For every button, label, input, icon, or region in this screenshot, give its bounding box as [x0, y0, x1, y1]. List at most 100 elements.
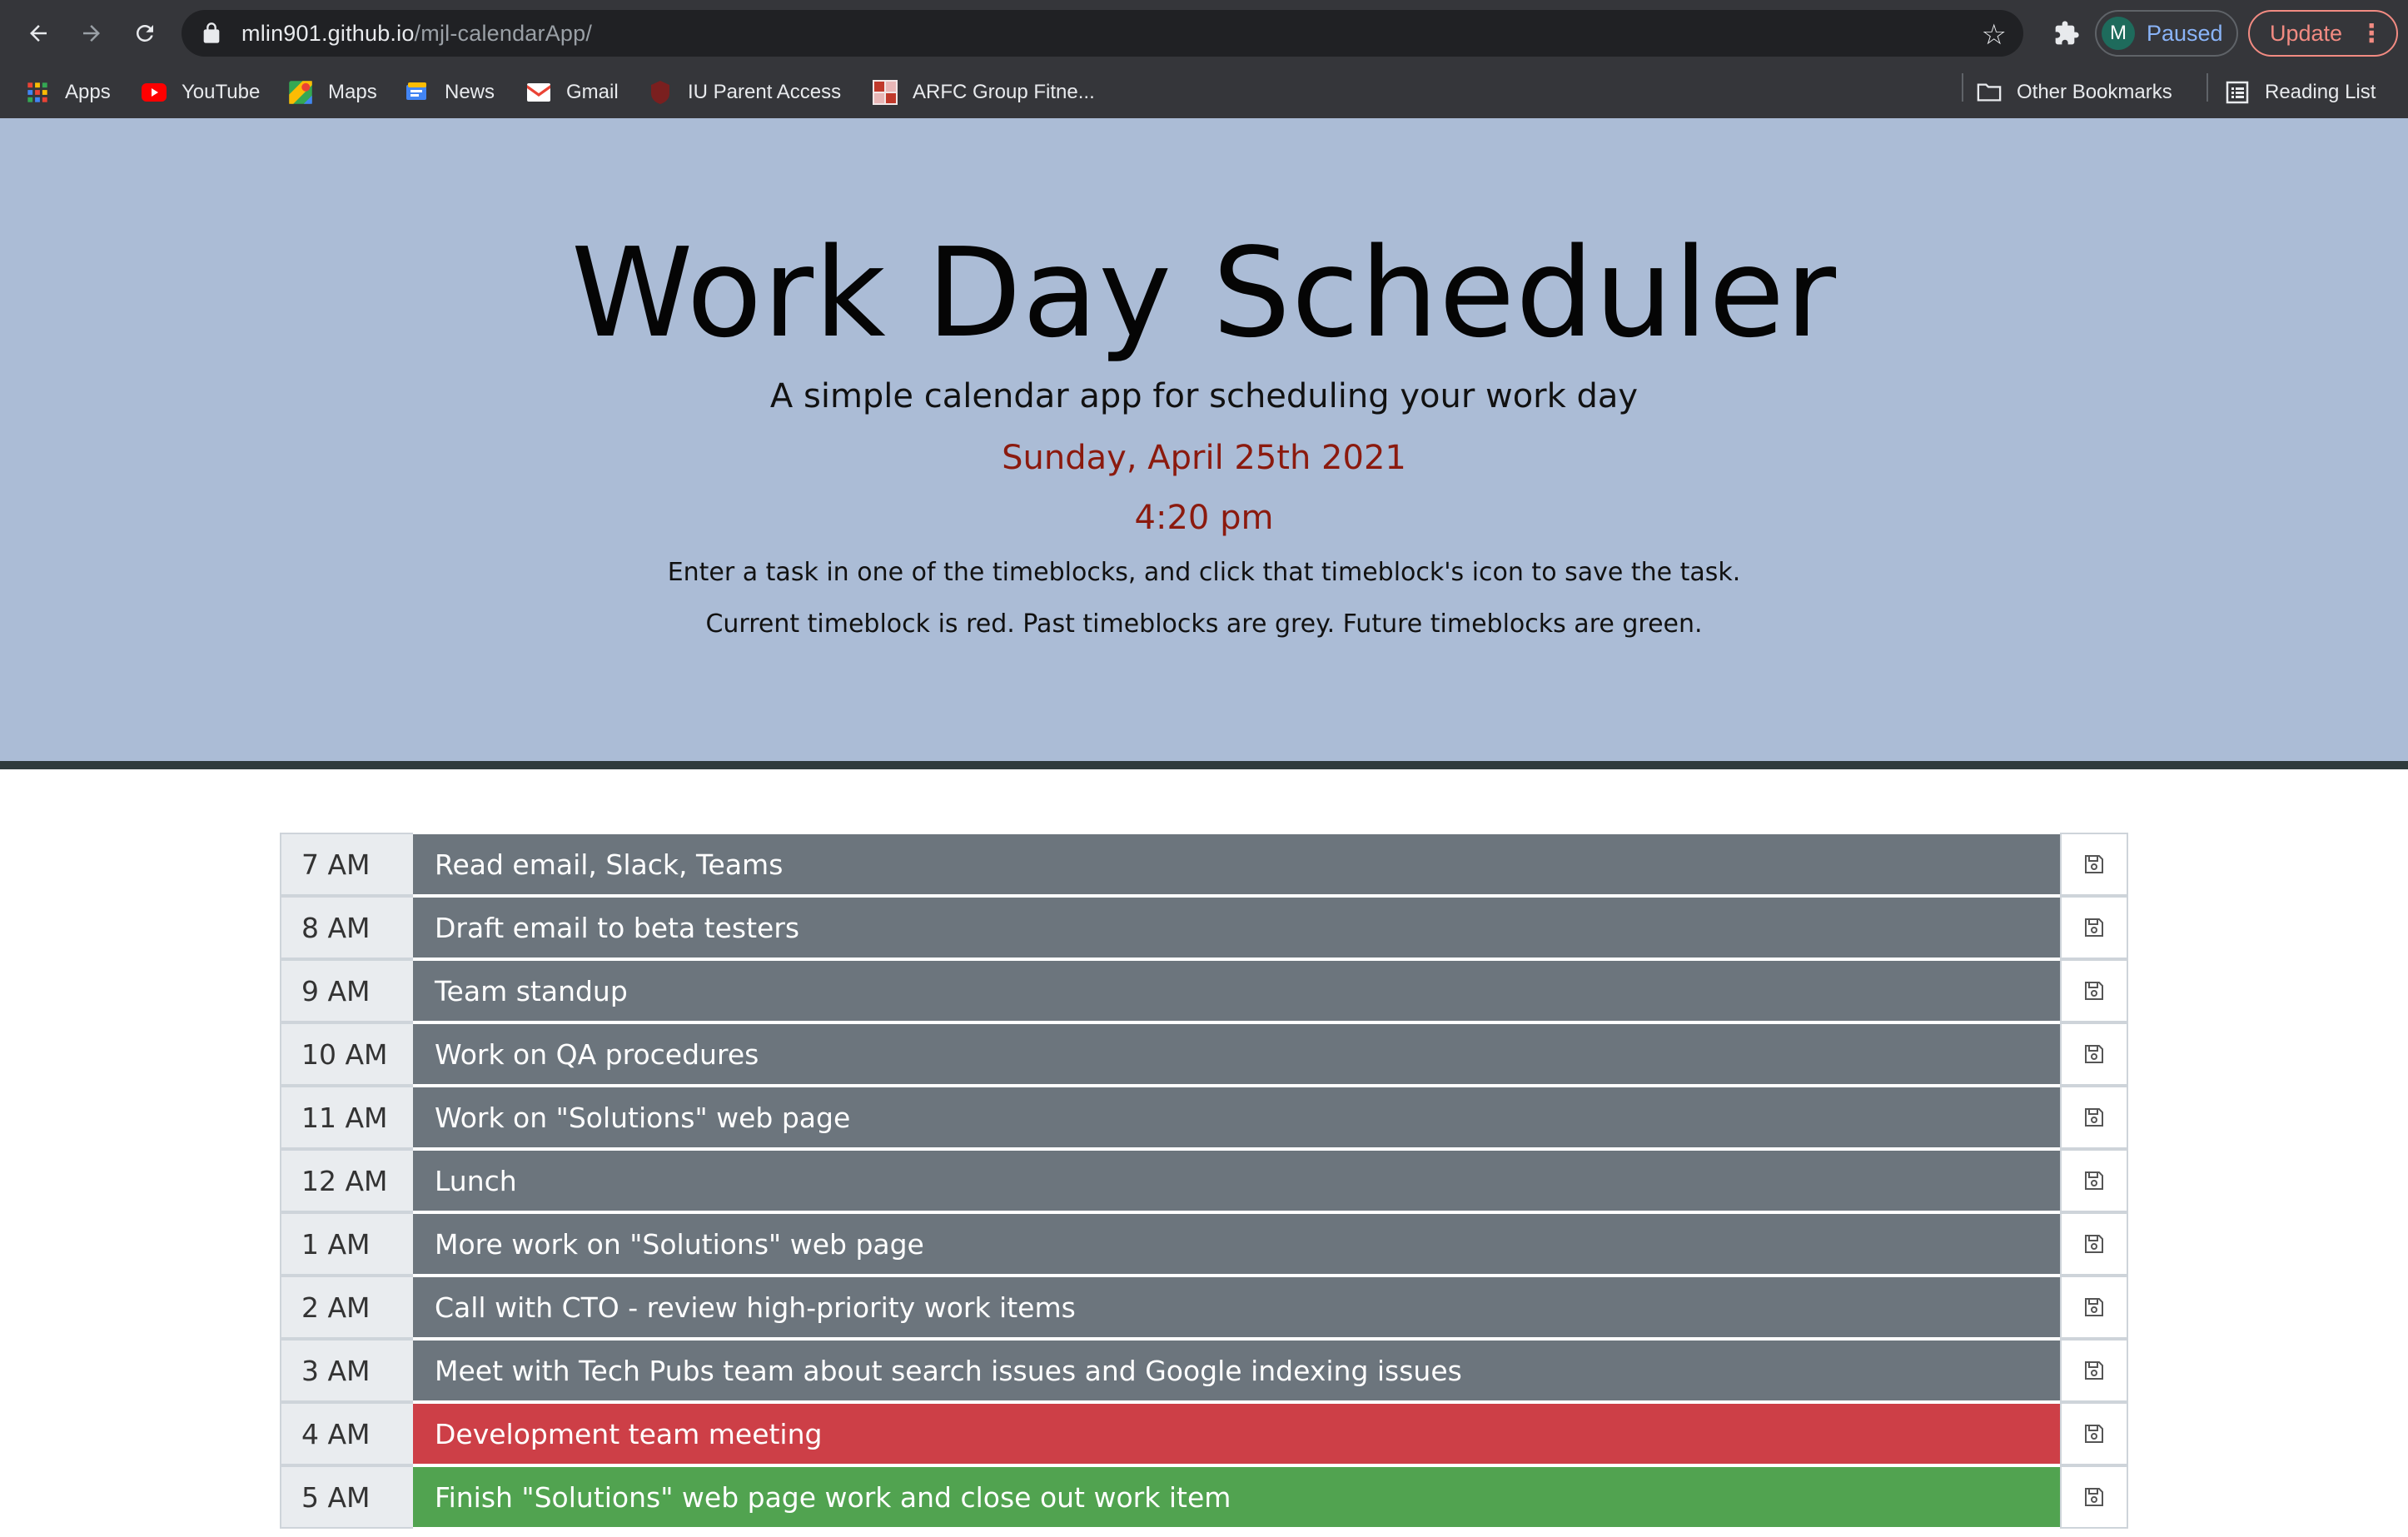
legend-text: Current timeblock is red. Past timeblock… [705, 609, 1703, 639]
task-input[interactable]: Meet with Tech Pubs team about search is… [413, 1339, 2060, 1402]
hour-label: 7 AM [280, 833, 413, 896]
arfc-icon [873, 80, 898, 105]
bookmark-apps[interactable]: Apps [25, 77, 111, 108]
forward-arrow-icon [83, 25, 100, 42]
hour-label: 10 AM [280, 1022, 413, 1086]
bookmark-news[interactable]: News [405, 77, 495, 108]
update-button[interactable]: Update ⋮ [2248, 10, 2398, 57]
profile-button[interactable]: M Paused [2095, 10, 2238, 57]
news-icon [405, 80, 430, 105]
hour-label: 5 AM [280, 1465, 413, 1529]
gmail-icon [526, 80, 551, 105]
timeblock-row: 9 AM Team standup [280, 959, 2128, 1022]
bookmark-label: ARFC Group Fitne... [913, 81, 1095, 103]
current-time: 4:20 pm [1134, 499, 1274, 537]
save-icon [2085, 855, 2103, 873]
save-button[interactable] [2060, 959, 2128, 1022]
timeblock-list: 7 AM Read email, Slack, Teams 8 AM Draft em… [280, 833, 2128, 1529]
bookmarks-bar: Apps YouTube Maps News Gmail IU Parent A… [0, 67, 2408, 118]
address-bar[interactable]: mlin901.github.io/mjl-calendarApp/ ☆ [182, 10, 2023, 57]
save-icon [2085, 1045, 2103, 1063]
bookmark-label: YouTube [182, 81, 261, 103]
task-input[interactable]: Lunch [413, 1149, 2060, 1212]
save-button[interactable] [2060, 1212, 2128, 1276]
task-input[interactable]: More work on "Solutions" web page [413, 1212, 2060, 1276]
save-button[interactable] [2060, 1276, 2128, 1339]
bookmark-label: Gmail [566, 81, 619, 103]
save-button[interactable] [2060, 1149, 2128, 1212]
save-icon [2085, 1425, 2103, 1443]
url-text: mlin901.github.io/mjl-calendarApp/ [241, 21, 592, 47]
url-path: /mjl-calendarApp/ [414, 20, 593, 46]
avatar: M [2102, 17, 2135, 50]
iu-icon [648, 80, 673, 105]
save-icon [2085, 1488, 2103, 1506]
task-input[interactable]: Finish "Solutions" web page work and clo… [413, 1465, 2060, 1529]
hour-label: 9 AM [280, 959, 413, 1022]
task-input[interactable]: Draft email to beta testers [413, 896, 2060, 959]
other-bookmarks-label: Other Bookmarks [2017, 81, 2172, 103]
browser-chrome: mlin901.github.io/mjl-calendarApp/ ☆ M P… [0, 0, 2408, 118]
timeblock-row: 5 AM Finish "Solutions" web page work and… [280, 1465, 2128, 1529]
hour-label: 12 AM [280, 1149, 413, 1212]
reload-button[interactable] [123, 12, 167, 55]
task-input[interactable]: Call with CTO - review high-priority wor… [413, 1276, 2060, 1339]
bookmark-arfc[interactable]: ARFC Group Fitne... [873, 77, 1095, 108]
bookmark-label: News [445, 81, 495, 103]
bookmark-gmail[interactable]: Gmail [526, 77, 619, 108]
youtube-icon [142, 80, 167, 105]
save-icon [2085, 982, 2103, 1000]
forward-button[interactable] [70, 12, 113, 55]
bookmark-iu-parent-access[interactable]: IU Parent Access [648, 77, 841, 108]
bookmark-star-icon[interactable]: ☆ [1982, 18, 2007, 52]
task-input[interactable]: Development team meeting [413, 1402, 2060, 1465]
folder-icon [1977, 80, 2002, 105]
instruction-text: Enter a task in one of the timeblocks, a… [667, 558, 1741, 587]
reading-list-label: Reading List [2265, 81, 2376, 103]
save-button[interactable] [2060, 1022, 2128, 1086]
back-arrow-icon [30, 25, 47, 42]
save-button[interactable] [2060, 896, 2128, 959]
url-host: mlin901.github.io [241, 20, 415, 46]
timeblock-row: 3 AM Meet with Tech Pubs team about searc… [280, 1339, 2128, 1402]
maps-icon [288, 80, 313, 105]
puzzle-icon [2055, 21, 2079, 45]
save-button[interactable] [2060, 1465, 2128, 1529]
hour-label: 3 AM [280, 1339, 413, 1402]
task-input[interactable]: Work on QA procedures [413, 1022, 2060, 1086]
save-button[interactable] [2060, 1402, 2128, 1465]
save-button[interactable] [2060, 1086, 2128, 1149]
bookmark-youtube[interactable]: YouTube [142, 77, 260, 108]
bookmark-label: IU Parent Access [688, 81, 842, 103]
save-icon [2085, 1108, 2103, 1127]
bookmark-label: Maps [328, 81, 377, 103]
page-lead: A simple calendar app for scheduling you… [769, 377, 1639, 415]
task-input[interactable]: Team standup [413, 959, 2060, 1022]
save-button[interactable] [2060, 1339, 2128, 1402]
reading-list[interactable]: Reading List [2225, 77, 2376, 108]
hour-label: 11 AM [280, 1086, 413, 1149]
save-icon [2085, 1171, 2103, 1190]
save-icon [2085, 1298, 2103, 1316]
other-bookmarks[interactable]: Other Bookmarks [1977, 77, 2172, 108]
save-icon [2085, 1361, 2103, 1380]
save-button[interactable] [2060, 833, 2128, 896]
bookmark-label: Apps [65, 81, 111, 103]
back-button[interactable] [17, 12, 60, 55]
bookmark-maps[interactable]: Maps [288, 77, 377, 108]
hour-label: 1 AM [280, 1212, 413, 1276]
reload-icon [137, 25, 153, 42]
task-input[interactable]: Work on "Solutions" web page [413, 1086, 2060, 1149]
page-title: Work Day Scheduler [570, 221, 1838, 365]
hour-label: 8 AM [280, 896, 413, 959]
browser-toolbar: mlin901.github.io/mjl-calendarApp/ ☆ M P… [0, 0, 2408, 67]
reading-list-icon [2225, 80, 2250, 105]
timeblock-row: 12 AM Lunch [280, 1149, 2128, 1212]
apps-grid-icon [25, 80, 50, 105]
timeblock-row: 7 AM Read email, Slack, Teams [280, 833, 2128, 896]
task-input[interactable]: Read email, Slack, Teams [413, 833, 2060, 896]
lock-icon [203, 22, 220, 43]
profile-status: Paused [2147, 20, 2223, 46]
extensions-button[interactable] [2045, 12, 2088, 55]
update-label: Update [2270, 20, 2343, 46]
